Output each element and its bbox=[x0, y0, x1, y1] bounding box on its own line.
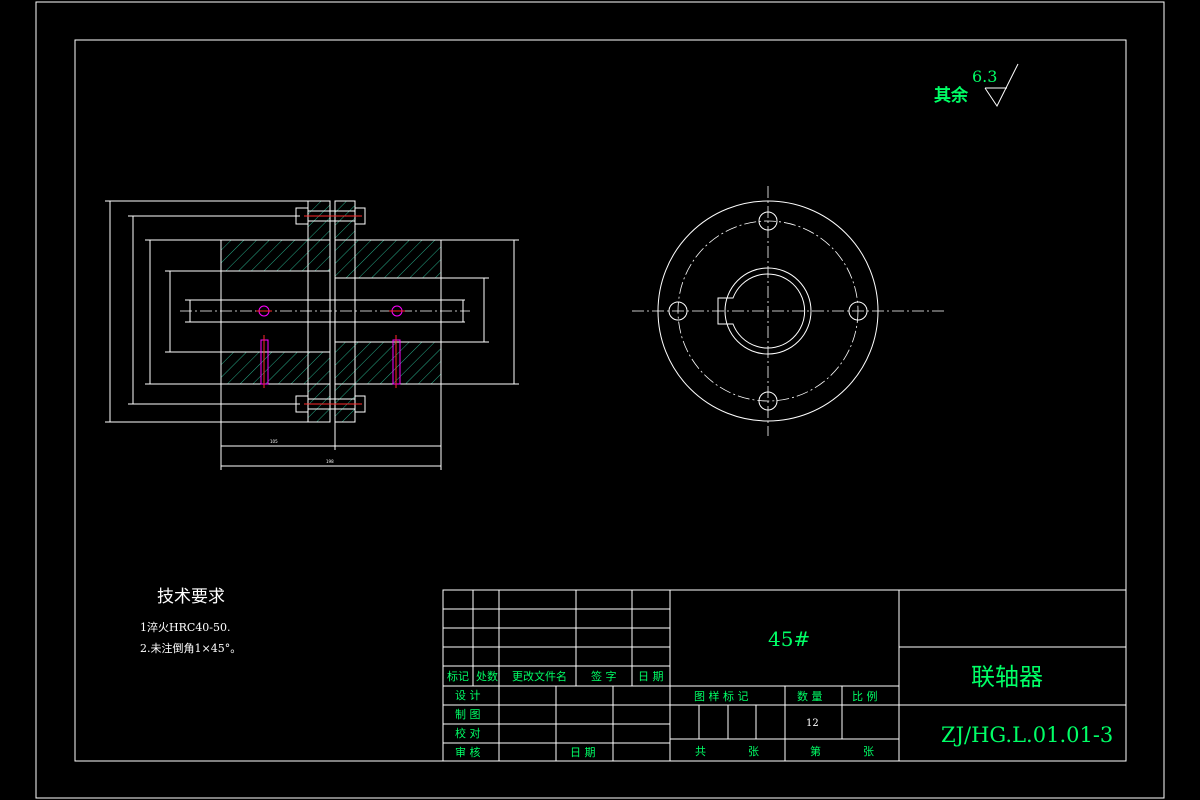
hatch-right-top bbox=[335, 240, 441, 278]
rev-header-count: 处数 bbox=[476, 670, 498, 683]
end-view bbox=[632, 186, 946, 436]
tech-item-1: 1淬火HRC40-50. bbox=[140, 620, 231, 634]
scale-label: 比 例 bbox=[852, 689, 878, 703]
total-label: 共 bbox=[695, 745, 706, 758]
roughness-symbol: 其余 6.3 bbox=[934, 63, 1019, 107]
roughness-other-label: 其余 bbox=[934, 85, 969, 106]
hatch-left-bottom bbox=[221, 352, 330, 384]
page-label: 第 bbox=[810, 744, 821, 758]
stage-label: 图 样 标 记 bbox=[694, 689, 749, 703]
quantity-value: 12 bbox=[806, 718, 819, 729]
title-block: 标记 处数 更改文件名 签 字 日 期 设 计 制 图 校 对 审 核 日 期 … bbox=[442, 589, 1127, 762]
rev-header-file: 更改文件名 bbox=[512, 669, 567, 683]
date-label: 日 期 bbox=[570, 746, 596, 759]
role-draw: 制 图 bbox=[455, 708, 481, 721]
tech-requirements: 技术要求 1淬火HRC40-50. 2.未注倒角1×45°。 bbox=[140, 587, 241, 655]
part-name: 联轴器 bbox=[971, 663, 1043, 691]
drawing-number: ZJ/HG.L.01.01-3 bbox=[941, 723, 1113, 747]
hatch-left-top bbox=[221, 240, 330, 271]
material-value: 45# bbox=[768, 627, 810, 651]
hatch-flange-bot-r bbox=[335, 384, 355, 422]
cad-drawing: 其余 6.3 198 105 技术要求 1淬火HRC40-50. 2.未注倒角1… bbox=[35, 1, 1165, 799]
rev-header-mark: 标记 bbox=[447, 669, 469, 683]
tech-item-2: 2.未注倒角1×45°。 bbox=[140, 641, 241, 655]
hatch-flange-bot bbox=[308, 384, 330, 422]
role-review: 审 核 bbox=[455, 745, 481, 759]
section-view bbox=[180, 200, 470, 423]
dim-hub-length: 105 bbox=[270, 439, 278, 444]
dim-overall-length: 198 bbox=[326, 459, 334, 464]
left-bore bbox=[220, 270, 331, 353]
role-design: 设 计 bbox=[455, 689, 481, 702]
rev-header-date: 日 期 bbox=[638, 670, 664, 683]
quantity-label: 数 量 bbox=[797, 690, 823, 703]
right-bore bbox=[334, 277, 442, 343]
rev-header-sign: 签 字 bbox=[591, 669, 617, 683]
tech-title: 技术要求 bbox=[157, 587, 225, 607]
page-sheet-label: 张 bbox=[863, 745, 874, 758]
hatch-right-bottom bbox=[335, 342, 441, 384]
role-check: 校 对 bbox=[455, 726, 481, 740]
sheet-label: 张 bbox=[748, 745, 759, 758]
roughness-value: 6.3 bbox=[972, 67, 997, 86]
